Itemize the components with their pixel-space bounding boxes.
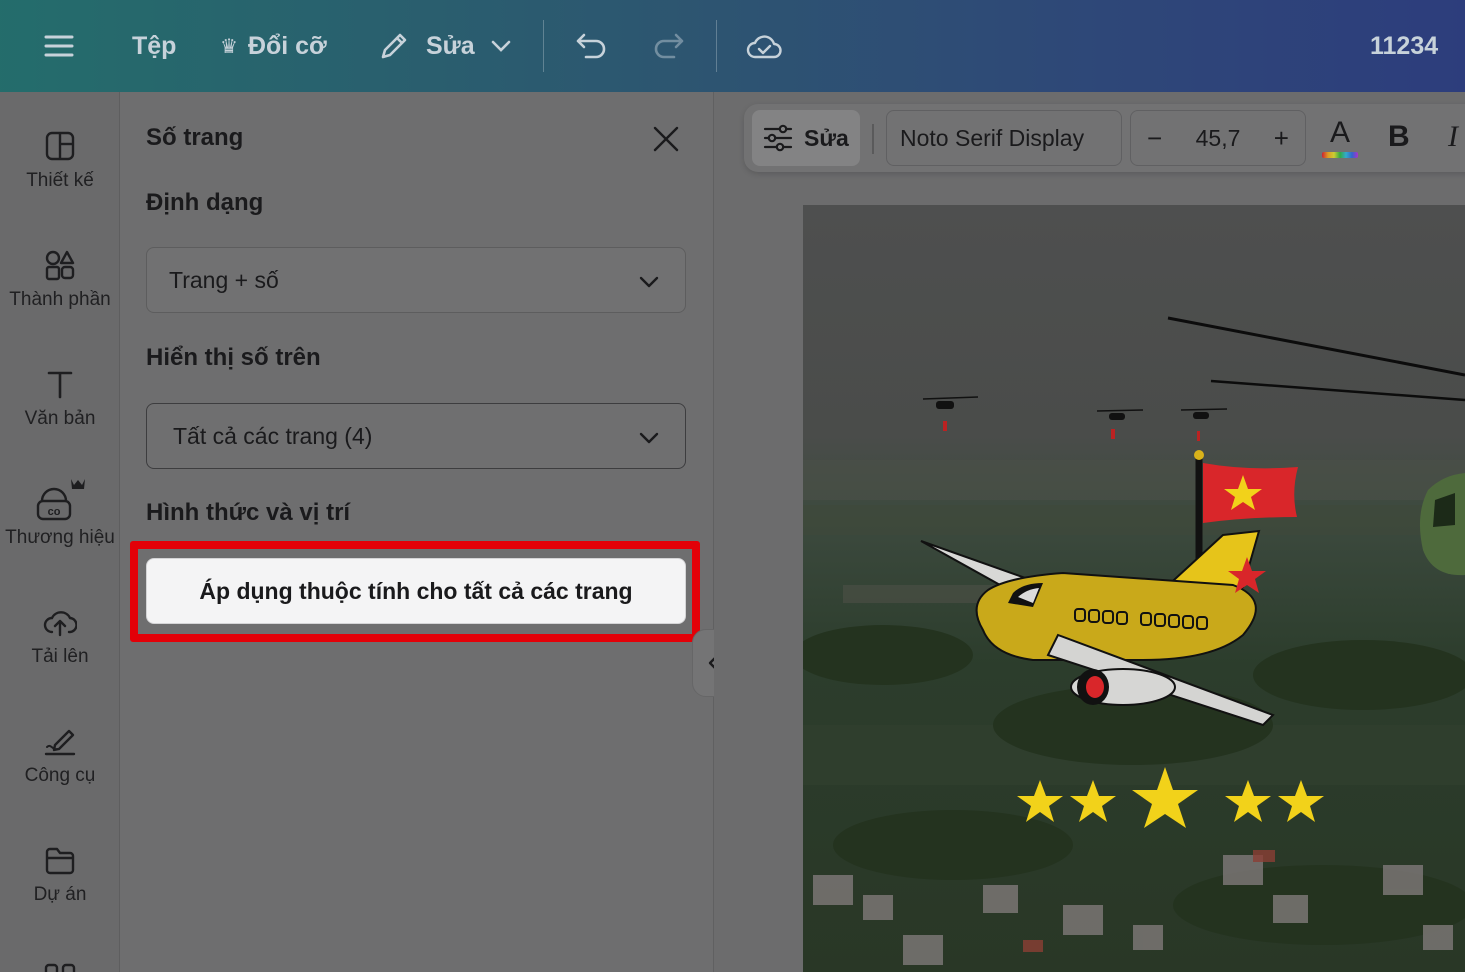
cloud-save-button[interactable] — [746, 0, 782, 92]
edit-menu-label: Sửa — [426, 31, 475, 60]
sidebar-item-label: Tải lên — [31, 646, 89, 667]
close-icon[interactable] — [652, 125, 680, 153]
toolbar-divider — [716, 20, 717, 72]
resize-button[interactable]: ♛ Đổi cỡ — [220, 0, 327, 92]
sidebar-item-label: Thành phần — [9, 289, 111, 310]
sliders-icon — [763, 124, 793, 152]
sidebar-item-design[interactable]: Thiết kế — [0, 130, 120, 240]
project-title-text: 11234 — [1370, 31, 1439, 60]
show-on-select-value: Tất cả các trang (4) — [173, 422, 373, 449]
sidebar-item-tools[interactable]: Công cụ — [0, 725, 120, 835]
file-menu-label: Tệp — [132, 31, 177, 60]
brand-kit-icon: co — [36, 479, 85, 521]
file-menu[interactable]: Tệp — [132, 0, 176, 92]
chevron-down-icon — [639, 423, 659, 450]
chevron-down-icon — [491, 40, 511, 52]
cloud-check-icon — [746, 35, 782, 59]
text-color-button[interactable]: A — [1320, 116, 1360, 162]
increase-font-size-button[interactable]: + — [1274, 123, 1289, 154]
color-rainbow-bar — [1322, 152, 1358, 158]
show-on-select[interactable]: Tất cả các trang (4) — [146, 403, 686, 469]
edit-menu[interactable]: Sửa — [378, 0, 511, 92]
text-color-letter: A — [1329, 116, 1350, 149]
format-label: Định dạng — [146, 189, 264, 216]
sidebar-item-label: Dự án — [33, 884, 87, 905]
undo-icon — [576, 33, 606, 59]
italic-button[interactable]: I — [1448, 120, 1458, 154]
undo-button[interactable] — [574, 0, 608, 92]
style-position-label: Hình thức và vị trí — [146, 499, 351, 526]
toolbar-divider — [872, 124, 874, 154]
draw-tools-icon — [44, 729, 76, 756]
svg-text:co: co — [48, 506, 61, 518]
decrease-font-size-button[interactable]: − — [1147, 123, 1162, 154]
sidebar-item-text[interactable]: Văn bản — [0, 368, 120, 478]
menu-icon[interactable] — [44, 0, 74, 92]
apps-icon[interactable] — [44, 962, 76, 972]
redo-button[interactable] — [652, 0, 686, 92]
design-layout-icon — [45, 131, 75, 161]
crown-icon: ♛ — [220, 35, 238, 58]
page-numbers-panel: Số trang Định dạng Trang + số Hiển thị s… — [120, 92, 714, 972]
project-title[interactable]: 11234 — [1370, 0, 1438, 92]
sidebar-item-label: Thiết kế — [26, 170, 94, 191]
folder-icon — [45, 847, 75, 875]
sidebar-item-label: Văn bản — [24, 408, 96, 429]
sidebar-item-brand[interactable]: co Thương hiệu — [0, 477, 120, 587]
text-edit-label: Sửa — [804, 124, 849, 151]
sidebar-item-upload[interactable]: Tải lên — [0, 606, 120, 716]
elements-icon — [45, 250, 75, 281]
apply-to-all-pages-button[interactable]: Áp dụng thuộc tính cho tất cả các trang — [146, 558, 686, 624]
design-page-image[interactable] — [803, 205, 1465, 972]
text-edit-button[interactable]: Sửa — [752, 110, 860, 166]
sidebar-item-label: Thương hiệu — [5, 527, 115, 548]
sidebar-item-label: Công cụ — [24, 765, 96, 786]
panel-title: Số trang — [146, 124, 244, 151]
redo-icon — [654, 33, 684, 59]
font-family-select[interactable]: Noto Serif Display — [886, 110, 1122, 166]
sidebar-item-elements[interactable]: Thành phần — [0, 249, 120, 359]
pencil-icon — [378, 30, 410, 62]
resize-label: Đổi cỡ — [247, 31, 327, 60]
toolbar-divider — [543, 20, 544, 72]
bold-button[interactable]: B — [1388, 120, 1410, 154]
font-size-control: − 45,7 + — [1130, 110, 1306, 166]
left-sidebar: Thiết kế Thành phần Văn bản co Thương hi… — [0, 92, 120, 972]
format-select-value: Trang + số — [169, 266, 279, 293]
font-family-value: Noto Serif Display — [900, 124, 1085, 151]
sidebar-item-projects[interactable]: Dự án — [0, 844, 120, 954]
upload-cloud-icon — [43, 611, 77, 637]
show-on-label: Hiển thị số trên — [146, 344, 321, 371]
text-icon — [47, 371, 73, 399]
chevron-down-icon — [639, 267, 659, 294]
font-size-input[interactable]: 45,7 — [1196, 125, 1241, 152]
format-select[interactable]: Trang + số — [146, 247, 686, 313]
